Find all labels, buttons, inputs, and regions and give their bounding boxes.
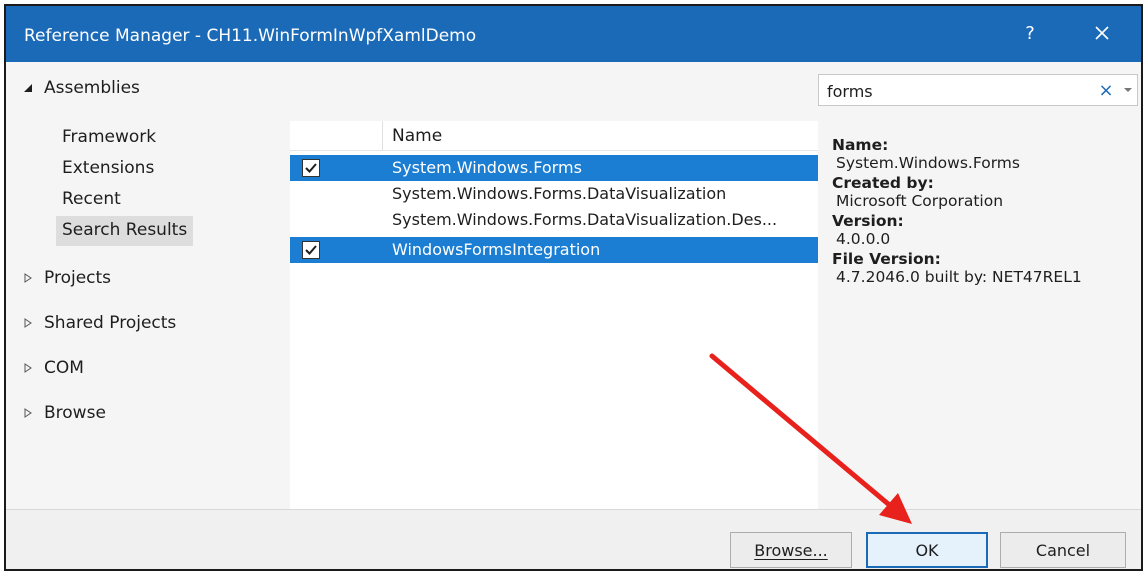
details-panel: Name: System.Windows.Forms Created by: M… xyxy=(832,134,1132,288)
nav-projects-label: Projects xyxy=(44,268,112,288)
help-button[interactable]: ? xyxy=(1010,16,1050,50)
close-button[interactable] xyxy=(1082,16,1122,50)
nav-shared-projects[interactable]: Shared Projects xyxy=(22,313,176,333)
nav-item-recent[interactable]: Recent xyxy=(56,185,127,215)
row-checkbox[interactable] xyxy=(302,159,320,177)
title-bar: Reference Manager - CH11.WinFormInWpfXam… xyxy=(6,6,1141,62)
dialog-footer: Browse... OK Cancel xyxy=(6,509,1141,569)
nav-com-label: COM xyxy=(44,358,84,378)
assembly-list[interactable]: Name System.Windows.Forms System.Windows… xyxy=(290,121,818,509)
collapsed-triangle-icon xyxy=(22,318,34,328)
row-name: WindowsFormsIntegration xyxy=(392,240,601,259)
expanded-triangle-icon xyxy=(22,83,34,93)
search-input[interactable] xyxy=(827,80,1077,102)
collapsed-triangle-icon xyxy=(22,408,34,418)
cancel-button[interactable]: Cancel xyxy=(1000,532,1126,568)
window-title: Reference Manager - CH11.WinFormInWpfXam… xyxy=(24,26,477,46)
checkmark-icon xyxy=(305,245,317,255)
nav-browse-label: Browse xyxy=(44,403,106,423)
list-row[interactable]: WindowsFormsIntegration xyxy=(290,237,818,263)
list-row[interactable]: System.Windows.Forms.DataVisualization xyxy=(290,181,818,207)
ok-button[interactable]: OK xyxy=(866,532,988,568)
clear-search-icon[interactable]: × xyxy=(1095,77,1117,103)
detail-file-version-value: 4.7.2046.0 built by: NET47REL1 xyxy=(836,268,1082,286)
nav-item-framework[interactable]: Framework xyxy=(56,123,162,153)
nav-projects[interactable]: Projects xyxy=(22,268,111,288)
collapsed-triangle-icon xyxy=(22,273,34,283)
list-row[interactable]: System.Windows.Forms xyxy=(290,155,818,181)
column-name-header[interactable]: Name xyxy=(392,126,442,146)
collapsed-triangle-icon xyxy=(22,363,34,373)
checkmark-icon xyxy=(305,163,317,173)
browse-button-label: Browse... xyxy=(754,540,828,560)
row-name: System.Windows.Forms.DataVisualization.D… xyxy=(392,210,778,229)
browse-button[interactable]: Browse... xyxy=(730,532,852,568)
nav-item-search-results[interactable]: Search Results xyxy=(56,216,194,246)
detail-created-label: Created by: xyxy=(832,174,934,192)
chevron-down-icon[interactable] xyxy=(1121,77,1135,103)
detail-created-value: Microsoft Corporation xyxy=(836,192,1004,210)
nav-assemblies-label: Assemblies xyxy=(44,78,140,98)
row-name: System.Windows.Forms.DataVisualization xyxy=(392,184,727,203)
detail-name-value: System.Windows.Forms xyxy=(836,154,1020,172)
nav-com[interactable]: COM xyxy=(22,358,84,378)
row-name: System.Windows.Forms xyxy=(392,158,582,177)
cancel-button-label: Cancel xyxy=(1035,540,1091,560)
nav-shared-projects-label: Shared Projects xyxy=(44,313,177,333)
detail-version-label: Version: xyxy=(832,212,904,230)
search-box[interactable]: × xyxy=(818,74,1138,106)
nav-assemblies[interactable]: Assemblies xyxy=(22,78,140,98)
nav-item-extensions[interactable]: Extensions xyxy=(56,154,160,184)
detail-name-label: Name: xyxy=(832,136,889,154)
column-divider xyxy=(382,121,383,151)
row-checkbox[interactable] xyxy=(302,241,320,259)
help-icon: ? xyxy=(1025,22,1035,44)
ok-button-label: OK xyxy=(915,540,939,560)
detail-version-value: 4.0.0.0 xyxy=(836,230,891,248)
close-icon xyxy=(1095,26,1109,40)
reference-manager-window: Reference Manager - CH11.WinFormInWpfXam… xyxy=(4,4,1143,571)
list-column-header[interactable]: Name xyxy=(290,121,818,151)
detail-file-version-label: File Version: xyxy=(832,250,941,268)
list-row[interactable]: System.Windows.Forms.DataVisualization.D… xyxy=(290,207,818,233)
nav-browse[interactable]: Browse xyxy=(22,403,106,423)
